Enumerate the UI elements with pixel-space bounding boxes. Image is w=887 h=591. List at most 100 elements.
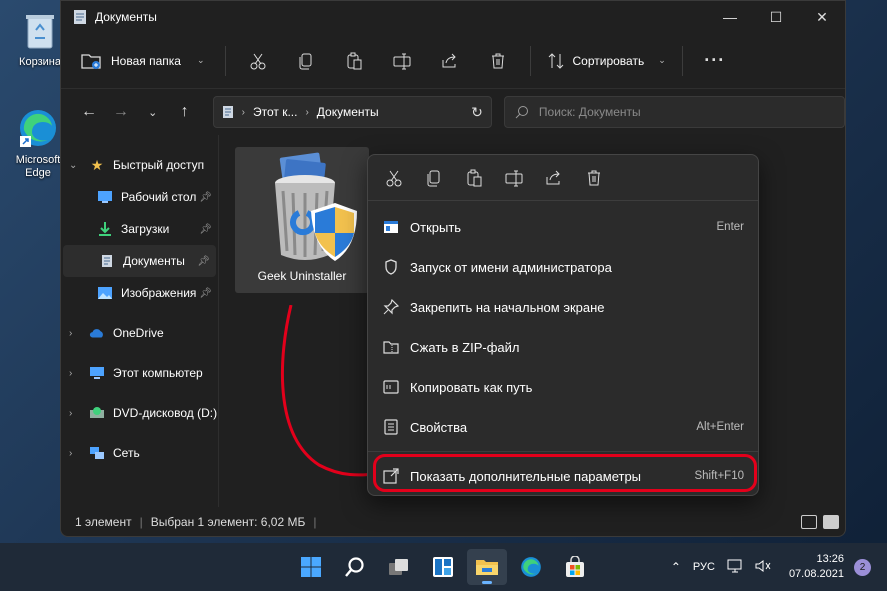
sort-button[interactable]: Сортировать ⌄ [539,43,674,79]
sidebar-item-pictures[interactable]: Изображения 📌︎ [61,277,218,309]
store-taskbar-button[interactable] [555,549,595,585]
clock-date: 07.08.2021 [788,568,844,580]
highlight-annotation [373,454,757,492]
new-folder-button[interactable]: Новая папка ⌄ [75,43,217,79]
search-taskbar-button[interactable] [335,549,375,585]
file-item[interactable]: Geek Uninstaller [235,147,369,293]
chevron-right-icon[interactable]: › [69,368,89,379]
arrow-right-icon: → [112,103,129,120]
volume-icon[interactable] [755,559,771,576]
ctx-paste-button[interactable] [454,162,494,194]
sidebar-item-label: Быстрый доступ [113,158,205,172]
up-button[interactable]: ↑ [169,97,201,127]
breadcrumb-this-pc[interactable]: Этот к... [253,105,297,119]
taskbar: ⌃ РУС 13:26 07.08.2021 2 [0,543,887,591]
arrow-left-icon: ← [80,103,97,120]
share-button[interactable] [426,43,474,79]
search-placeholder: Поиск: Документы [538,105,641,119]
forward-button[interactable]: → [105,97,137,127]
new-folder-icon [81,53,101,69]
pin-icon: 📌︎ [197,255,210,267]
divider [681,45,683,76]
chevron-right-icon[interactable]: › [69,328,89,339]
ctx-delete-button[interactable] [574,162,614,194]
sidebar-item-network[interactable]: › Сеть [61,437,218,469]
recent-locations-button[interactable]: ⌄ [137,97,169,127]
menu-item-zip[interactable]: Сжать в ZIP-файл [368,327,758,367]
open-icon [382,218,400,236]
copy-icon [427,170,440,186]
chevron-right-icon[interactable]: › [69,408,89,419]
chevron-right-icon[interactable]: › [69,448,89,459]
copy-button[interactable] [282,43,330,79]
sidebar-item-label: Сеть [113,446,140,460]
back-button[interactable]: ← [73,97,105,127]
language-indicator[interactable]: РУС [693,561,715,573]
search-icon [345,557,364,577]
paste-icon [347,52,361,69]
paste-button[interactable] [330,43,378,79]
ctx-copy-button[interactable] [414,162,454,194]
address-row: ← → ⌄ ↑ › Этот к... › Документы ↻ Поиск:… [61,89,845,135]
start-button[interactable] [291,549,331,585]
menu-item-run-as-admin[interactable]: Запуск от имени администратора [368,247,758,287]
widgets-button[interactable] [423,549,463,585]
notification-badge[interactable]: 2 [854,558,871,576]
cut-button[interactable] [234,43,282,79]
chevron-down-icon[interactable]: ⌄ [69,160,89,171]
address-bar[interactable]: › Этот к... › Документы ↻ [212,96,492,128]
menu-item-copy-path[interactable]: Копировать как путь [368,367,758,407]
search-icon [515,106,528,119]
sidebar-item-documents[interactable]: Документы 📌︎ [63,245,216,277]
desktop-edge[interactable]: Microsoft Edge [8,106,68,180]
clock[interactable]: 13:26 07.08.2021 [789,552,844,582]
divider [224,45,226,76]
divider [61,309,218,317]
copy-icon [299,53,311,69]
ctx-share-button[interactable] [534,162,574,194]
command-bar: Новая папка ⌄ Сортировать ⌄ ··· [61,33,845,89]
sidebar-item-onedrive[interactable]: › OneDrive [61,317,218,349]
zip-folder-icon [382,338,400,356]
star-icon: ★ [90,156,104,173]
sidebar-item-label: Загрузки [121,222,170,236]
tiles-view-button[interactable] [823,514,839,529]
pin-icon: 📌︎ [199,223,212,235]
details-view-button[interactable] [801,514,817,529]
chevron-up-icon[interactable]: ⌃ [671,560,681,574]
shortcut-label: Enter [716,221,745,233]
menu-item-properties[interactable]: Свойства Alt+Enter [368,407,758,447]
ctx-cut-button[interactable] [374,162,414,194]
edge-icon [521,557,541,577]
sidebar-item-desktop[interactable]: Рабочий стол 📌︎ [61,181,218,213]
file-explorer-taskbar-button[interactable] [467,549,507,585]
task-view-button[interactable] [379,549,419,585]
close-button[interactable]: ✕ [799,1,845,33]
more-options-button[interactable]: ··· [691,43,739,79]
rename-button[interactable] [378,43,426,79]
close-icon: ✕ [816,8,828,25]
cloud-icon [89,325,105,341]
sidebar-item-quick-access[interactable]: ⌄ ★ Быстрый доступ [61,149,218,181]
sidebar-item-this-pc[interactable]: › Этот компьютер [61,357,218,389]
desktop-icon [97,189,113,205]
minimize-button[interactable]: — [707,1,753,33]
sidebar-item-downloads[interactable]: Загрузки 📌︎ [61,213,218,245]
divider [61,349,218,357]
breadcrumb-documents[interactable]: Документы [317,105,379,119]
more-icon: ··· [704,50,726,70]
network-icon[interactable] [727,559,743,576]
maximize-button[interactable]: ☐ [753,1,799,33]
document-icon [222,106,233,118]
delete-button[interactable] [474,43,522,79]
menu-item-open[interactable]: Открыть Enter [368,207,758,247]
search-box[interactable]: Поиск: Документы [503,96,845,128]
sidebar-item-dvd[interactable]: › DVD-дисковод (D:) [61,397,218,429]
menu-item-pin-start[interactable]: Закрепить на начальном экране [368,287,758,327]
edge-taskbar-button[interactable] [511,549,551,585]
chevron-right-icon: › [305,106,309,118]
menu-item-label: Сжать в ZIP-файл [410,339,520,355]
ctx-rename-button[interactable] [494,162,534,194]
refresh-icon[interactable]: ↻ [471,104,483,121]
edge-label-2: Edge [25,167,51,179]
